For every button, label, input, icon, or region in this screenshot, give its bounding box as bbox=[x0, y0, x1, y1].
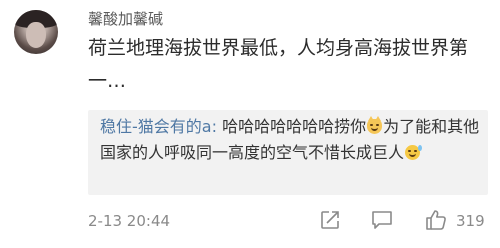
reply-author-link[interactable]: 稳住-猫会有的a: bbox=[100, 117, 217, 136]
comment-timestamp: 2-13 20:44 bbox=[88, 212, 171, 230]
comment-text: 荷兰地理海拔世界最低，人均身高海拔世界第一… bbox=[88, 37, 469, 92]
cat-smile-emoji-icon bbox=[367, 116, 383, 134]
avatar[interactable] bbox=[14, 10, 58, 54]
avatar-face bbox=[26, 22, 46, 48]
share-icon[interactable] bbox=[318, 208, 342, 232]
reply-text: 稳住-猫会有的a: 哈哈哈哈哈哈哈捞你 为了能和其他国家的人呼吸同一高度的空气不惜… bbox=[100, 114, 480, 166]
username[interactable]: 馨酸加馨碱 bbox=[88, 8, 163, 29]
reply-text-part-1: 哈哈哈哈哈哈哈捞你 bbox=[216, 117, 367, 136]
like-count: 319 bbox=[456, 212, 485, 230]
thumbs-up-icon[interactable] bbox=[424, 208, 448, 232]
comment-icon[interactable] bbox=[370, 208, 394, 232]
reply-box[interactable]: 稳住-猫会有的a: 哈哈哈哈哈哈哈捞你 为了能和其他国家的人呼吸同一高度的空气不惜… bbox=[88, 110, 488, 195]
sweat-smile-emoji-icon bbox=[405, 145, 423, 160]
